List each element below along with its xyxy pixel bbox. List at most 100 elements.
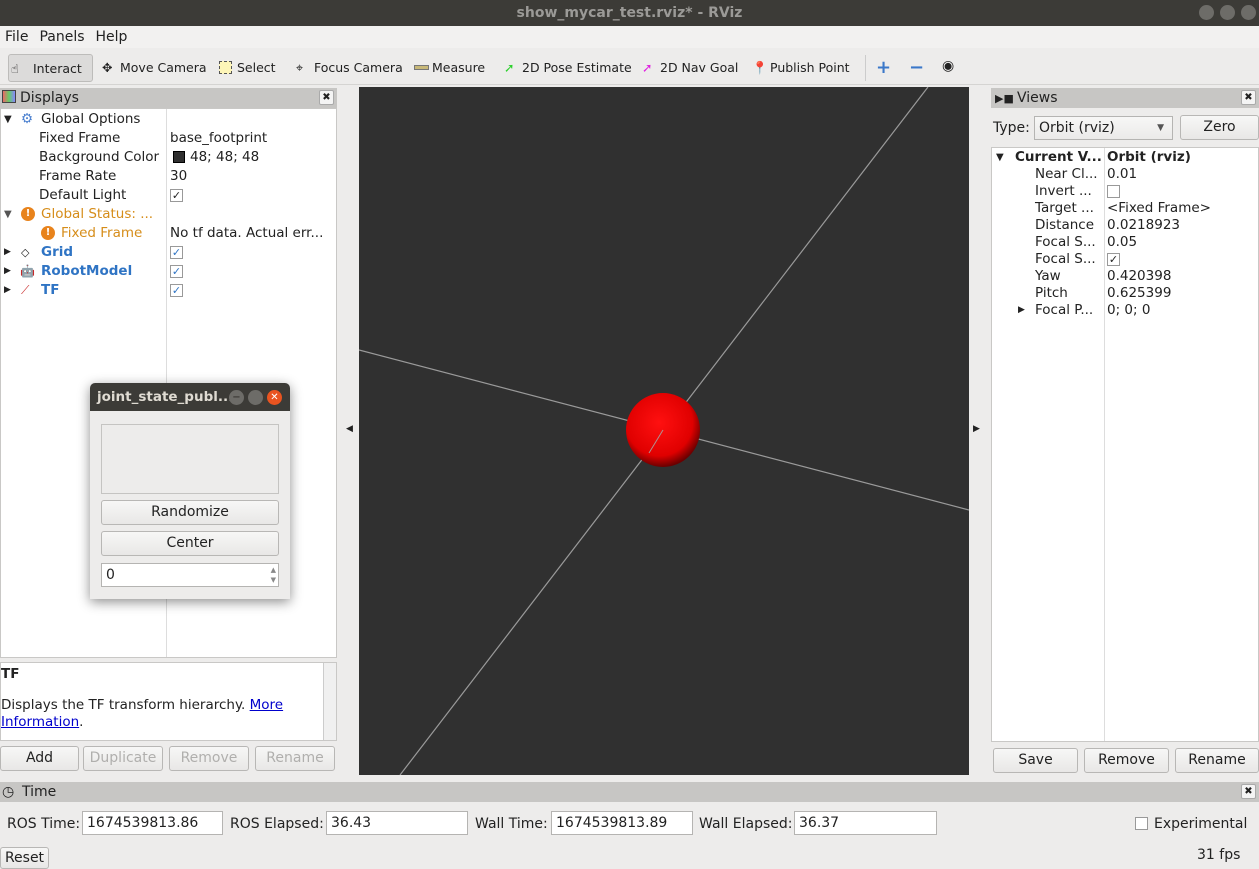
view-property-row[interactable]: ▶ Focal P... 0; 0; 0	[992, 302, 1258, 319]
current-view-row[interactable]: ▼ Current V... Orbit (rviz)	[992, 149, 1258, 166]
ros-time-field[interactable]: 1674539813.86	[82, 811, 223, 835]
tool-select[interactable]: Select	[217, 54, 276, 82]
close-icon[interactable]: ✖	[1241, 784, 1256, 799]
property-value[interactable]: 0.0218923	[1107, 217, 1180, 234]
robotmodel-checkbox[interactable]: ✓	[170, 265, 183, 278]
view-property-row[interactable]: Yaw 0.420398	[992, 268, 1258, 285]
default-light-checkbox[interactable]: ✓	[170, 189, 183, 202]
view-property-row[interactable]: Target ... <Fixed Frame>	[992, 200, 1258, 217]
view-property-row[interactable]: Pitch 0.625399	[992, 285, 1258, 302]
color-swatch[interactable]	[173, 151, 185, 163]
3d-viewport[interactable]	[359, 87, 969, 775]
property-checkbox[interactable]: ✓	[1107, 253, 1120, 266]
add-tool-icon[interactable]: +	[876, 57, 891, 78]
joint-sliders-area	[101, 424, 279, 494]
property-value[interactable]: 0.420398	[1107, 268, 1171, 285]
remove-view-button[interactable]: Remove	[1084, 748, 1169, 773]
label: Fixed Frame	[61, 225, 143, 241]
view-property-row[interactable]: Invert ...	[992, 183, 1258, 200]
randomize-button[interactable]: Randomize	[101, 500, 279, 525]
default-light-row[interactable]: Default Light ✓	[1, 186, 336, 205]
view-type-dropdown[interactable]: Orbit (rviz) ▼	[1034, 116, 1173, 140]
background-color-value[interactable]: 48; 48; 48	[190, 148, 259, 167]
experimental-checkbox[interactable]	[1135, 817, 1148, 830]
tool-measure[interactable]: Measure	[412, 54, 485, 82]
menu-panels[interactable]: Panels	[34, 26, 90, 45]
rename-display-button[interactable]: Rename	[255, 746, 335, 771]
fixed-frame-row[interactable]: Fixed Frame base_footprint	[1, 129, 336, 148]
collapse-left-handle[interactable]: ◀	[346, 424, 353, 434]
time-header: ◷ Time ✖	[0, 782, 1259, 802]
warning-icon: !	[41, 226, 55, 240]
collapse-right-handle[interactable]: ▶	[973, 424, 980, 434]
remove-display-button[interactable]: Remove	[169, 746, 249, 771]
save-view-button[interactable]: Save	[993, 748, 1078, 773]
wall-elapsed-field[interactable]: 36.37	[794, 811, 937, 835]
close-icon[interactable]: ✖	[1241, 90, 1256, 105]
ros-elapsed-label: ROS Elapsed:	[230, 816, 324, 832]
property-value[interactable]: 0; 0; 0	[1107, 302, 1150, 319]
menu-bar: File Panels Help	[0, 26, 1259, 48]
tool-2d-nav-goal[interactable]: ➚ 2D Nav Goal	[640, 54, 738, 82]
tf-axes-icon: ⟋	[21, 283, 30, 297]
tool-publish-point[interactable]: 📍 Publish Point	[750, 54, 850, 82]
grid-checkbox[interactable]: ✓	[170, 246, 183, 259]
maximize-icon[interactable]	[248, 390, 263, 405]
tf-checkbox[interactable]: ✓	[170, 284, 183, 297]
dialog-titlebar[interactable]: joint_state_publ... − ✕	[90, 383, 290, 411]
tool-label: 2D Pose Estimate	[522, 60, 632, 75]
property-value[interactable]: 0.625399	[1107, 285, 1171, 302]
frame-rate-row[interactable]: Frame Rate 30	[1, 167, 336, 186]
tool-2d-pose-estimate[interactable]: ➚ 2D Pose Estimate	[502, 54, 632, 82]
rename-view-button[interactable]: Rename	[1175, 748, 1259, 773]
more-information-link[interactable]: More	[250, 697, 283, 713]
description-scrollbar[interactable]	[323, 663, 336, 740]
reset-button[interactable]: Reset	[0, 847, 49, 869]
property-value[interactable]: 0.01	[1107, 166, 1137, 183]
menu-file[interactable]: File	[0, 26, 34, 45]
dropdown-value: Orbit (rviz)	[1039, 120, 1115, 136]
minimize-icon[interactable]: −	[229, 390, 244, 405]
menu-help[interactable]: Help	[91, 26, 134, 45]
ros-elapsed-field[interactable]: 36.43	[326, 811, 468, 835]
view-property-row[interactable]: Distance 0.0218923	[992, 217, 1258, 234]
tool-interact[interactable]: ☝ Interact	[8, 54, 93, 82]
frame-rate-value[interactable]: 30	[170, 167, 187, 186]
joint-value-spinbox[interactable]: 0 ▲ ▼	[101, 563, 279, 587]
maximize-button[interactable]	[1220, 5, 1235, 20]
property-checkbox[interactable]	[1107, 185, 1120, 198]
close-icon[interactable]: ✕	[267, 390, 282, 405]
remove-tool-icon[interactable]: −	[909, 57, 924, 78]
display-robotmodel[interactable]: ▶ 🤖 RobotModel ✓	[1, 262, 336, 281]
background-color-row[interactable]: Background Color 48; 48; 48	[1, 148, 336, 167]
spin-arrows-icon[interactable]: ▲ ▼	[271, 565, 276, 585]
tool-move-camera[interactable]: ✥ Move Camera	[100, 54, 207, 82]
view-property-row[interactable]: Focal S... 0.05	[992, 234, 1258, 251]
minimize-button[interactable]	[1199, 5, 1214, 20]
monitor-icon	[2, 90, 16, 103]
tool-focus-camera[interactable]: ⌖ Focus Camera	[294, 54, 403, 82]
camera-icon: ▶■	[995, 92, 1014, 105]
window-title: show_mycar_test.rviz* - RViz	[516, 5, 743, 21]
global-status-row[interactable]: ▼! Global Status: ...	[1, 205, 336, 224]
view-property-row[interactable]: Focal S... ✓	[992, 251, 1258, 268]
center-button[interactable]: Center	[101, 531, 279, 556]
display-tf[interactable]: ▶ ⟋ TF ✓	[1, 281, 336, 300]
zero-button[interactable]: Zero	[1180, 115, 1259, 140]
view-property-row[interactable]: Near Cl... 0.01	[992, 166, 1258, 183]
property-value[interactable]: 0.05	[1107, 234, 1137, 251]
fixed-frame-value[interactable]: base_footprint	[170, 129, 267, 148]
more-information-link-2[interactable]: Information	[1, 714, 79, 730]
eye-icon[interactable]: ◉	[942, 58, 954, 74]
global-options-row[interactable]: ▼ ⚙ Global Options	[1, 110, 336, 129]
close-icon[interactable]: ✖	[319, 90, 334, 105]
add-display-button[interactable]: Add	[0, 746, 79, 771]
property-value[interactable]: <Fixed Frame>	[1107, 200, 1211, 217]
duplicate-display-button[interactable]: Duplicate	[83, 746, 163, 771]
label: Global Options	[41, 111, 141, 127]
status-fixed-frame-row[interactable]: ! Fixed Frame No tf data. Actual err...	[1, 224, 336, 243]
close-window-button[interactable]	[1241, 5, 1256, 20]
joint-state-publisher-window: joint_state_publ... − ✕ Randomize Center…	[90, 383, 290, 599]
display-grid[interactable]: ▶ ◇ Grid ✓	[1, 243, 336, 262]
wall-time-field[interactable]: 1674539813.89	[551, 811, 693, 835]
